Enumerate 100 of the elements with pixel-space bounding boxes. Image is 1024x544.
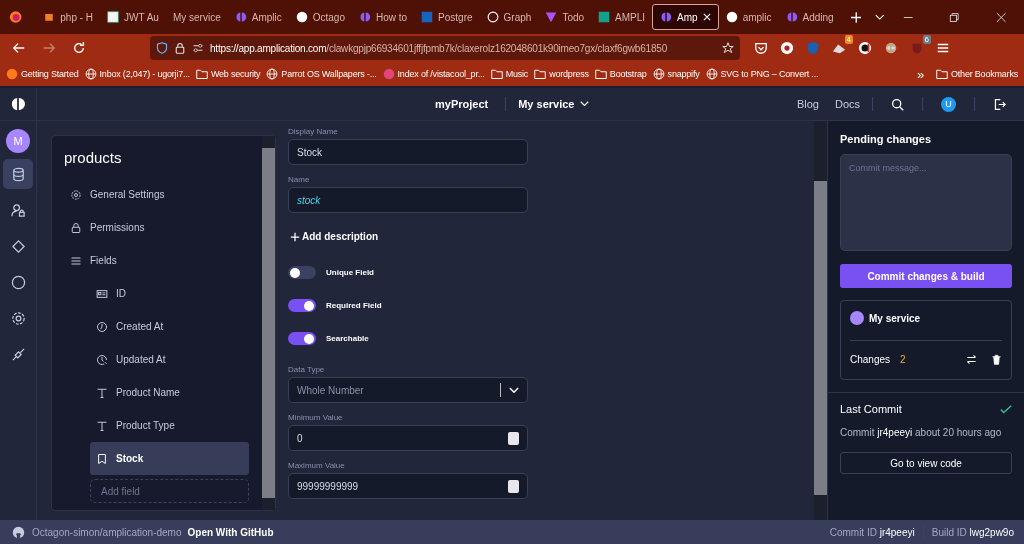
commit-info: Commit jr4peeyi about 20 hours ago: [840, 427, 1003, 438]
pocket-icon[interactable]: [754, 41, 768, 55]
bookmark-link[interactable]: snappify: [652, 68, 700, 80]
entity-nav-item[interactable]: General Settings: [62, 178, 252, 211]
maximum-value-input[interactable]: 99999999999: [288, 473, 528, 499]
bookmark-icon: [96, 452, 108, 465]
globe-icon: [266, 68, 279, 80]
project-name[interactable]: myProject: [435, 98, 489, 110]
field-list-item[interactable]: Product Name: [90, 376, 249, 409]
site-icon: [486, 11, 499, 23]
star-icon[interactable]: [722, 42, 734, 54]
entity-nav-item[interactable]: Fields: [62, 244, 252, 277]
scrollbar[interactable]: [814, 121, 827, 520]
toggle-switch[interactable]: [288, 332, 316, 345]
browser-tab[interactable]: php - H: [36, 5, 101, 29]
chevron-down-icon: [580, 101, 590, 107]
site-icon: [545, 11, 558, 23]
browser-tab[interactable]: amplic: [718, 5, 779, 29]
commit-button[interactable]: Commit changes & build: [840, 264, 1012, 288]
view-code-button[interactable]: Go to view code: [840, 452, 1012, 474]
app-logo-icon[interactable]: [11, 97, 25, 111]
field-list-item[interactable]: ID: [90, 277, 249, 310]
restore-icon[interactable]: [949, 11, 960, 23]
field-list-item[interactable]: Product Type: [90, 409, 249, 442]
browser-tab[interactable]: Amplic: [227, 5, 289, 29]
bookmark-link[interactable]: Inbox (2,047) - ugorji7...: [84, 68, 190, 80]
add-field-input[interactable]: Add field: [90, 479, 249, 503]
commit-message-input[interactable]: Commit message...: [840, 154, 1012, 251]
browser-tab[interactable]: Octago: [288, 5, 352, 29]
service-dropdown[interactable]: My service: [514, 98, 594, 110]
address-bar[interactable]: https://app.amplication.com/clawkgpjp66934601jffjfpmb7k/claxerolz162048601k90imeo7gx/claxf6gwb61850: [150, 36, 740, 60]
site-icon: [421, 11, 434, 23]
extension-icon[interactable]: [858, 41, 872, 55]
entity-nav-item[interactable]: Permissions: [62, 211, 252, 244]
bookmark-link[interactable]: SVG to PNG – Convert ...: [705, 68, 819, 80]
open-github-link[interactable]: Open With GitHub: [187, 526, 274, 538]
compare-icon[interactable]: [966, 353, 977, 365]
toggle-label: Required Field: [326, 301, 382, 310]
field-label: Display Name: [288, 127, 339, 136]
field-list-item[interactable]: Updated At: [90, 343, 249, 376]
commit-id: Commit ID jr4peeyi: [829, 526, 915, 538]
search-icon[interactable]: [891, 97, 904, 111]
site-icon: [43, 11, 56, 23]
display-name-input[interactable]: Stock: [288, 139, 528, 165]
add-description-button[interactable]: Add description: [290, 231, 379, 242]
menu-icon[interactable]: [936, 41, 950, 55]
header-link[interactable]: Blog: [796, 98, 819, 110]
header-link[interactable]: Docs: [834, 98, 860, 110]
browser-tab[interactable]: My service: [165, 5, 228, 29]
trash-icon[interactable]: [991, 353, 1002, 365]
browser-tab[interactable]: Graph: [479, 5, 539, 29]
browser-tab[interactable]: Amp: [652, 4, 719, 30]
bookmark-link[interactable]: Bootstrap: [594, 68, 647, 80]
site-icon: [598, 11, 611, 23]
build-id: Build ID lwg2pw9o: [931, 526, 1014, 538]
browser-logo-icon[interactable]: [9, 10, 23, 24]
bookmark-link[interactable]: Music: [490, 68, 529, 80]
chevron-down-icon[interactable]: [875, 13, 885, 21]
count-badge: 4: [844, 35, 853, 44]
browser-tab[interactable]: Adding: [778, 5, 841, 29]
chevron-down-icon[interactable]: [509, 386, 519, 394]
browser-tab[interactable]: AMPLI: [591, 5, 653, 29]
clock-icon: [96, 320, 108, 333]
browser-tab[interactable]: Todo: [538, 5, 592, 29]
folder-icon: [594, 68, 607, 80]
lock-icon: [174, 42, 186, 54]
toggle-switch[interactable]: [288, 266, 316, 279]
bookmark-link[interactable]: wordpress: [534, 68, 589, 80]
browser-tab[interactable]: How to: [352, 5, 415, 29]
id-card-icon: [96, 287, 108, 300]
database-icon[interactable]: [3, 159, 33, 189]
site-icon: [359, 11, 371, 23]
bookmark-link[interactable]: Parrot OS Wallpapers -...: [266, 68, 377, 80]
bookmark-link[interactable]: Getting Started: [6, 68, 79, 80]
bookmark-link[interactable]: Index of /vistacool_pr...: [382, 68, 485, 80]
reload-icon[interactable]: [72, 41, 86, 55]
folder-icon: [534, 68, 547, 80]
more-bookmarks-button[interactable]: »: [916, 66, 924, 82]
shield-icon: [156, 42, 168, 54]
panel-title: Pending changes: [840, 133, 933, 145]
browser-tab[interactable]: JWT Au: [100, 5, 166, 29]
extension-icon[interactable]: [780, 41, 794, 55]
new-tab-icon[interactable]: [850, 11, 862, 23]
toggle-switch[interactable]: [288, 299, 316, 312]
bookmark-link[interactable]: Other Bookmarks: [935, 68, 1018, 80]
service-icon: [850, 311, 864, 325]
bookmark-link[interactable]: Web security: [195, 68, 261, 80]
logout-icon[interactable]: [993, 97, 1006, 111]
minimum-value-input[interactable]: 0: [288, 425, 528, 451]
changes-count: 2: [900, 353, 906, 365]
folder-icon: [935, 68, 948, 80]
field-list-item[interactable]: Created At: [90, 310, 249, 343]
scrollbar[interactable]: [262, 136, 275, 510]
back-icon[interactable]: [12, 41, 26, 55]
text-icon: [96, 386, 108, 399]
globe-icon: [652, 68, 665, 80]
field-list-item[interactable]: Stock: [90, 442, 249, 475]
name-input[interactable]: stock: [288, 187, 528, 213]
data-type-select[interactable]: Whole Number: [288, 377, 528, 403]
browser-tab[interactable]: Postgre: [414, 5, 480, 29]
